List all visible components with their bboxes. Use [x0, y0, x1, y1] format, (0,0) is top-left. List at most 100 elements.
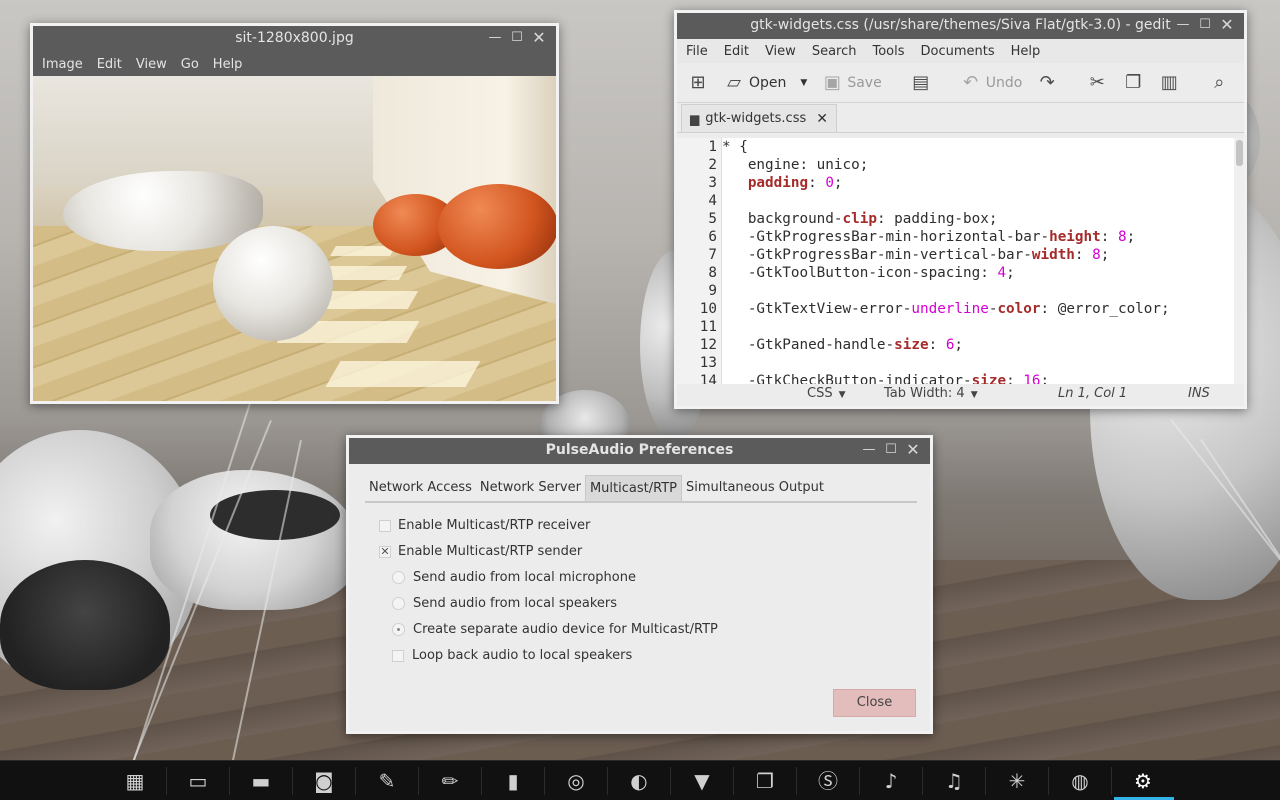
- tab-gtk-widgets[interactable]: ▆ gtk-widgets.css ✕: [681, 104, 837, 132]
- code-line[interactable]: -GtkTextView-error-underline-color: @err…: [722, 300, 1230, 318]
- menu-search[interactable]: Search: [803, 44, 864, 59]
- menu-edit[interactable]: Edit: [88, 57, 122, 72]
- line-number: 4: [708, 193, 717, 209]
- image-viewer-window: sit-1280x800.jpg — ☐ ✕ Image Edit View G…: [30, 23, 559, 404]
- firefox-icon[interactable]: ◐: [622, 764, 656, 798]
- maximize-icon[interactable]: ☐: [882, 441, 900, 459]
- calculator-icon[interactable]: ▦: [118, 764, 152, 798]
- line-number: 3: [708, 175, 717, 191]
- pulseaudio-titlebar[interactable]: PulseAudio Preferences — ☐ ✕: [349, 438, 930, 464]
- code-token: -GtkProgressBar-min-vertical-bar-: [722, 247, 1032, 263]
- atom-icon[interactable]: ✳: [1000, 764, 1034, 798]
- code-line[interactable]: [722, 318, 1230, 336]
- close-icon[interactable]: ✕: [904, 441, 922, 459]
- chevron-down-icon[interactable]: ▼: [800, 78, 807, 88]
- menu-view[interactable]: View: [756, 44, 803, 59]
- code-line[interactable]: padding: 0;: [722, 174, 1230, 192]
- code-line[interactable]: [722, 354, 1230, 372]
- gedit-title: gtk-widgets.css (/usr/share/themes/Siva …: [750, 17, 1171, 33]
- css-keyword: padding: [747, 175, 809, 191]
- separate-device-radio[interactable]: Create separate audio device for Multica…: [392, 622, 718, 637]
- maximize-icon[interactable]: ☐: [508, 29, 526, 47]
- settings-gear-icon[interactable]: ⚙: [1126, 764, 1160, 798]
- scrollbar-thumb[interactable]: [1236, 140, 1243, 166]
- code-token: ;: [1126, 229, 1136, 245]
- code-token: : padding-box;: [876, 211, 998, 227]
- copy-button[interactable]: ❐: [1122, 69, 1144, 97]
- code-line[interactable]: -GtkProgressBar-min-horizontal-bar-heigh…: [722, 228, 1230, 246]
- close-icon[interactable]: ✕: [1218, 16, 1236, 34]
- camera-icon[interactable]: ◙: [307, 764, 341, 798]
- minimize-icon[interactable]: —: [486, 29, 504, 47]
- loopback-checkbox[interactable]: Loop back audio to local speakers: [392, 648, 632, 663]
- menu-documents[interactable]: Documents: [912, 44, 1002, 59]
- skype-icon[interactable]: Ⓢ: [811, 764, 845, 798]
- paint-roller-icon[interactable]: ▼: [685, 764, 719, 798]
- find-replace-button[interactable]: ☒: [1244, 69, 1247, 97]
- tab-width-selector[interactable]: Tab Width: 4 ▼: [884, 386, 978, 401]
- open-button[interactable]: ▱ Open ▼: [723, 69, 807, 97]
- print-button[interactable]: ▤: [910, 69, 932, 97]
- minimize-icon[interactable]: —: [1174, 16, 1192, 34]
- redo-button[interactable]: ↷: [1036, 69, 1058, 97]
- chat-icon[interactable]: ❐: [748, 764, 782, 798]
- menu-edit[interactable]: Edit: [715, 44, 756, 59]
- tab-network-server[interactable]: Network Server: [476, 475, 585, 501]
- code-line[interactable]: [722, 282, 1230, 300]
- code-line[interactable]: -GtkToolButton-icon-spacing: 4;: [722, 264, 1230, 282]
- send-speakers-radio[interactable]: Send audio from local speakers: [392, 596, 617, 611]
- file-manager-icon[interactable]: ▬: [244, 764, 278, 798]
- menu-tools[interactable]: Tools: [863, 44, 911, 59]
- menu-view[interactable]: View: [127, 57, 167, 72]
- image-viewer-titlebar[interactable]: sit-1280x800.jpg — ☐ ✕: [33, 26, 556, 52]
- language-selector[interactable]: CSS ▼: [807, 386, 846, 401]
- code-token: -GtkToolButton-icon-spacing:: [722, 265, 998, 281]
- code-token: engine: unico;: [722, 157, 869, 173]
- chrome-browser-icon[interactable]: ◎: [559, 764, 593, 798]
- vertical-scrollbar[interactable]: [1234, 138, 1244, 384]
- code-line[interactable]: [722, 192, 1230, 210]
- code-line[interactable]: engine: unico;: [722, 156, 1230, 174]
- music-note-icon[interactable]: ♪: [874, 764, 908, 798]
- new-document-button[interactable]: ⊞: [687, 69, 709, 97]
- enable-sender-checkbox[interactable]: ✕ Enable Multicast/RTP sender: [379, 544, 582, 559]
- send-microphone-radio[interactable]: Send audio from local microphone: [392, 570, 636, 585]
- enable-receiver-checkbox[interactable]: Enable Multicast/RTP receiver: [379, 518, 590, 533]
- menu-help[interactable]: Help: [204, 57, 243, 72]
- line-number: 13: [699, 355, 717, 371]
- disk-icon[interactable]: ◍: [1063, 764, 1097, 798]
- chevron-down-icon: ▼: [970, 390, 978, 400]
- display-icon[interactable]: ▭: [181, 764, 215, 798]
- tab-simultaneous-output[interactable]: Simultaneous Output: [682, 475, 828, 501]
- css-keyword: width: [1031, 247, 1075, 263]
- pen-icon[interactable]: ✏: [433, 764, 467, 798]
- music-player-icon[interactable]: ♫: [937, 764, 971, 798]
- code-line[interactable]: -GtkProgressBar-min-vertical-bar-width: …: [722, 246, 1230, 264]
- find-button[interactable]: ⌕: [1208, 69, 1230, 97]
- menu-help[interactable]: Help: [1002, 44, 1048, 59]
- maximize-icon[interactable]: ☐: [1196, 16, 1214, 34]
- send-microphone-label: Send audio from local microphone: [413, 570, 636, 585]
- menu-go[interactable]: Go: [172, 57, 199, 72]
- menu-file[interactable]: File: [677, 44, 715, 59]
- close-button[interactable]: Close: [833, 689, 916, 717]
- gedit-titlebar[interactable]: gtk-widgets.css (/usr/share/themes/Siva …: [677, 13, 1244, 39]
- code-line[interactable]: background-clip: padding-box;: [722, 210, 1230, 228]
- save-button[interactable]: ▣ Save: [821, 69, 882, 97]
- book-icon[interactable]: ▮: [496, 764, 530, 798]
- menu-image[interactable]: Image: [33, 57, 83, 72]
- paste-button[interactable]: ▥: [1158, 69, 1180, 97]
- cut-button[interactable]: ✂: [1086, 69, 1108, 97]
- tab-network-access[interactable]: Network Access: [365, 475, 476, 501]
- code-line[interactable]: -GtkPaned-handle-size: 6;: [722, 336, 1230, 354]
- tab-multicast-rtp[interactable]: Multicast/RTP: [584, 475, 682, 501]
- minimize-icon[interactable]: —: [860, 441, 878, 459]
- close-icon[interactable]: ✕: [816, 111, 828, 127]
- code-line[interactable]: * {: [722, 138, 1230, 156]
- close-icon[interactable]: ✕: [530, 29, 548, 47]
- code-text[interactable]: * { engine: unico; padding: 0; backgroun…: [722, 138, 1230, 384]
- code-editor[interactable]: 1 2 3 4 5 6 7 8 9 10 11 12 13 14 * { engine: unico; p…: [677, 138, 1244, 384]
- undo-button[interactable]: ↶ Undo: [960, 69, 1022, 97]
- displayed-photo[interactable]: [33, 76, 556, 401]
- paint-palette-icon[interactable]: ✎: [370, 764, 404, 798]
